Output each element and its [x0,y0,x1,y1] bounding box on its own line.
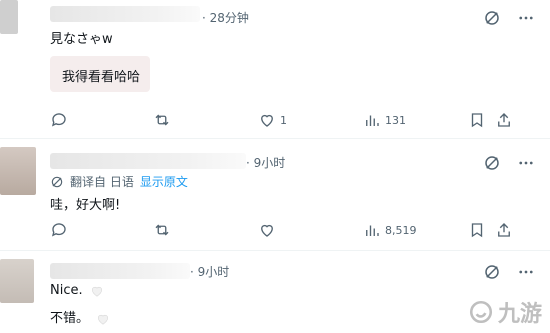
share-button[interactable] [495,221,513,239]
views-button[interactable]: 8,519 [363,221,417,239]
bookmark-button[interactable] [468,111,486,129]
tweet-line-2: 不错。 [50,307,110,326]
share-icon [498,113,510,127]
watermark-logo-icon [469,300,493,324]
watermark-text: 九游 [497,302,542,327]
like-button[interactable] [258,221,276,239]
bookmark-button[interactable] [468,221,486,239]
translation-info: 翻译自 日语 显示原文 [50,173,188,190]
tweet-line-1-text: Nice. [50,283,83,298]
avatar[interactable] [0,0,18,34]
tweet-text: 見なさゃw [50,32,113,47]
more-icon[interactable] [517,263,535,281]
tweet-time[interactable]: · 9小时 [246,154,285,171]
translation-text: 我得看看哈哈 [62,70,141,85]
share-icon [498,223,510,237]
retweet-icon [155,224,169,236]
avatar[interactable] [0,147,36,195]
white-heart-emoji-icon [91,286,102,297]
tweet-line-1: Nice. [50,283,104,298]
tweet-time[interactable]: · 9小时 [190,263,229,280]
share-button[interactable] [495,111,513,129]
author-name-blurred[interactable] [50,153,246,169]
author-name-blurred[interactable] [50,6,200,22]
reply-icon [51,223,66,237]
retweet-icon [155,114,169,126]
like-button[interactable]: 1 [258,111,287,129]
heart-icon [261,224,273,237]
white-heart-emoji-icon [98,314,109,325]
retweet-button[interactable] [153,221,171,239]
retweet-button[interactable] [153,111,171,129]
reply-button[interactable] [50,111,68,129]
more-icon[interactable] [517,9,535,27]
tweet-line-2-text: 不错。 [50,311,90,326]
tweet-1[interactable]: · 28分钟 見なさゃw 我得看看哈哈 1 131 [0,0,550,138]
views-icon [366,225,379,236]
like-count: 1 [280,113,287,127]
translate-icon [51,176,63,187]
grok-icon[interactable] [483,154,501,172]
heart-icon [261,114,273,127]
translated-from-label: 翻译自 日语 [70,175,134,189]
author-name-blurred[interactable] [50,263,190,279]
translation-bubble: 我得看看哈哈 [50,56,150,92]
bookmark-icon [471,113,483,128]
views-count: 131 [385,113,406,127]
tweet-2[interactable]: · 9小时 翻译自 日语 显示原文 哇，好大啊! 8,519 [0,138,550,251]
grok-icon[interactable] [483,263,501,281]
reply-icon [51,113,66,127]
grok-icon[interactable] [483,9,501,27]
views-button[interactable]: 131 [363,111,406,129]
more-icon[interactable] [517,154,535,172]
show-original-link[interactable]: 显示原文 [140,173,188,190]
views-count: 8,519 [385,223,417,237]
avatar[interactable] [0,259,34,303]
reply-button[interactable] [50,221,68,239]
watermark: 九游 [468,296,542,328]
tweet-time[interactable]: · 28分钟 [202,9,249,26]
bookmark-icon [471,223,483,238]
tweet-text: 哇，好大啊! [50,198,121,213]
views-icon [366,115,379,126]
